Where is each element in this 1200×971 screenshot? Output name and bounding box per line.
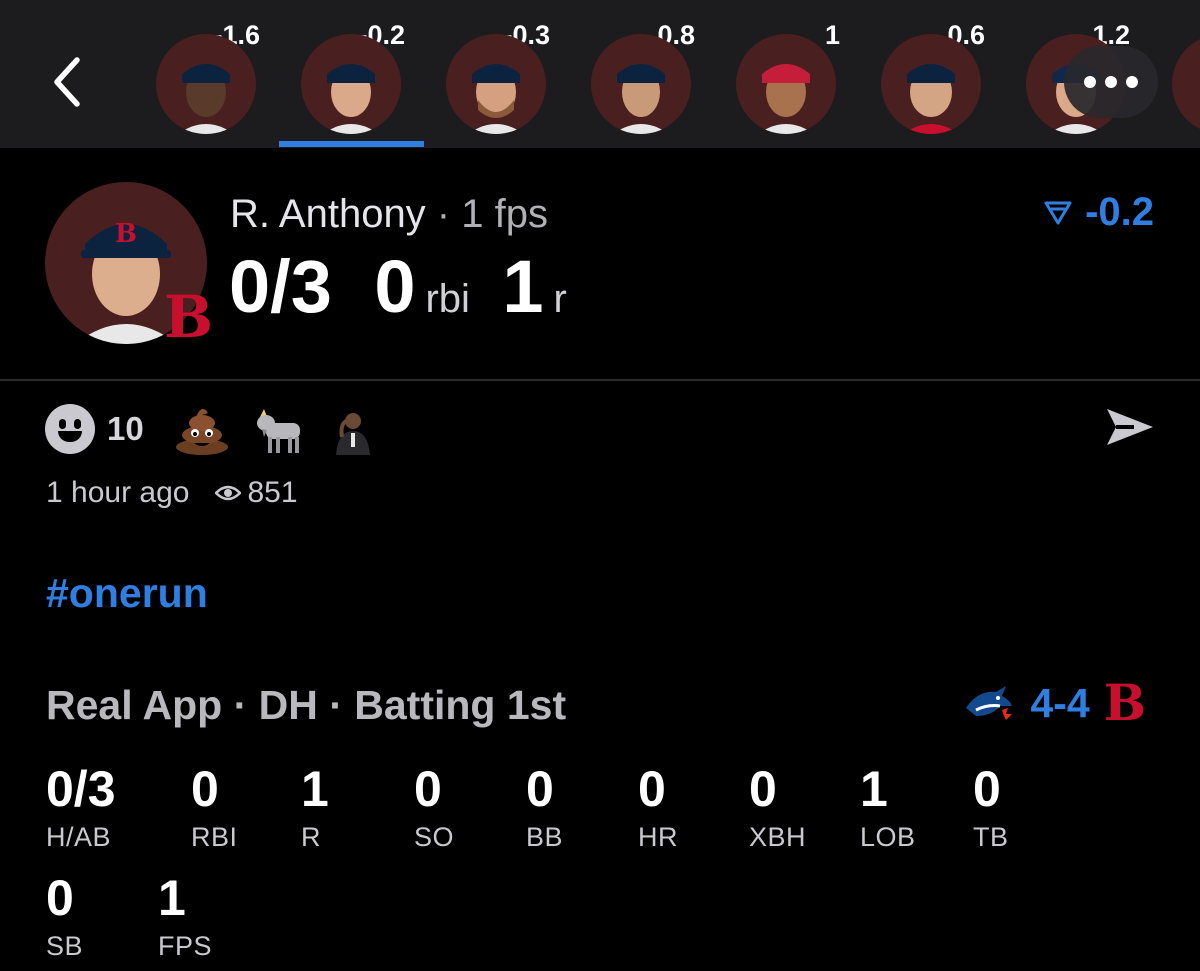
player-strip: -1.6 -0.2 -0.3 0.8 1 0.6 1.2 <box>0 0 1200 148</box>
reactions-bar: 10 <box>45 403 378 455</box>
stat-cell: 0 TB <box>973 764 1009 853</box>
stat-label: BB <box>526 822 564 852</box>
stat-label: SB <box>46 931 84 961</box>
eye-icon <box>215 485 242 501</box>
player-avatar[interactable] <box>1172 34 1200 134</box>
stat-cell: 0 SB <box>46 873 83 962</box>
reaction-count: 10 <box>107 410 144 447</box>
stat-cell: 1 R <box>301 764 329 853</box>
trend-down-icon <box>1044 201 1072 224</box>
hashtag-link[interactable]: #onerun <box>46 570 208 617</box>
fps-label: 1 fps <box>461 192 548 236</box>
player-header: B B R. Anthony · 1 fps 0/3 0 rbi 1r -0.2 <box>0 148 1200 381</box>
stat-value: 1 <box>301 761 329 817</box>
post-time: 1 hour ago <box>46 476 190 509</box>
game-score-value: 4-4 <box>1030 679 1090 726</box>
person-emoji-icon[interactable] <box>328 403 378 455</box>
back-button[interactable] <box>38 52 94 112</box>
stat-label: SO <box>414 822 455 852</box>
poop-emoji-icon[interactable] <box>174 403 230 455</box>
stat-cell: 0 RBI <box>191 764 238 853</box>
rbi-value: 0 <box>374 245 416 328</box>
stat-label: TB <box>973 822 1009 852</box>
rbi-unit: rbi <box>425 277 470 321</box>
chevron-left-icon <box>54 57 80 107</box>
stat-cell: 0 BB <box>526 764 563 853</box>
stat-value: 0/3 <box>46 761 116 817</box>
player-avatar <box>446 34 546 134</box>
player-chip[interactable]: 1 <box>736 20 846 134</box>
team-logo-icon: B <box>164 283 214 351</box>
player-chip[interactable]: -0.2 <box>301 20 411 134</box>
stat-cell: 0 SO <box>414 764 454 853</box>
player-avatar <box>881 34 981 134</box>
runs-unit: r <box>553 277 567 321</box>
stat-label: FPS <box>158 931 213 961</box>
stat-cell: 1 FPS <box>158 873 212 962</box>
stat-label: LOB <box>860 822 916 852</box>
game-score[interactable]: 4-4 B <box>962 678 1146 728</box>
stat-value: 0 <box>46 870 74 926</box>
runs-value: 1 <box>502 245 544 328</box>
stat-label: XBH <box>749 822 807 852</box>
headline-stats: 0/3 0 rbi 1r <box>229 244 595 329</box>
player-avatar <box>736 34 836 134</box>
svg-text:B: B <box>115 219 137 249</box>
goat-emoji-icon[interactable] <box>252 403 306 455</box>
player-avatar <box>301 34 401 134</box>
stat-label: H/AB <box>46 822 112 852</box>
stat-cell: 0 HR <box>638 764 678 853</box>
share-send-icon[interactable] <box>1104 406 1156 448</box>
stat-label: HR <box>638 822 678 852</box>
more-options-button[interactable] <box>1064 46 1158 118</box>
player-chip[interactable]: 0.6 <box>881 20 991 134</box>
player-avatar <box>591 34 691 134</box>
hits-at-bats: 0/3 <box>229 245 332 328</box>
stat-cell: 1 LOB <box>860 764 916 853</box>
player-chip[interactable]: -1.6 <box>156 20 266 134</box>
player-chip[interactable]: -0.3 <box>446 20 556 134</box>
stat-value: 0 <box>749 761 777 817</box>
player-name: R. Anthony <box>230 192 426 236</box>
blue-jays-logo-icon <box>966 686 1013 720</box>
player-chip-delta: 1 <box>824 20 840 50</box>
stat-label: RBI <box>191 822 238 852</box>
red-sox-logo-icon: B <box>1103 673 1146 732</box>
view-count: 851 <box>247 476 298 509</box>
more-dot-icon <box>1105 76 1117 88</box>
player-chip[interactable]: 0.8 <box>591 20 701 134</box>
name-separator: · <box>425 192 462 236</box>
stat-value: 1 <box>158 870 186 926</box>
stat-value: 0 <box>973 761 1001 817</box>
score-delta: -0.2 <box>1043 190 1154 235</box>
smiley-icon[interactable] <box>45 404 95 454</box>
stat-label: R <box>301 822 321 852</box>
more-dot-icon <box>1084 76 1096 88</box>
post-meta: 1 hour ago 851 <box>46 476 298 510</box>
stat-value: 0 <box>414 761 442 817</box>
stat-cell: 0/3 H/AB <box>46 764 116 853</box>
stat-value: 0 <box>638 761 666 817</box>
stat-value: 0 <box>191 761 219 817</box>
stat-value: 0 <box>526 761 554 817</box>
player-avatar <box>156 34 256 134</box>
more-dot-icon <box>1126 76 1138 88</box>
stat-cell: 0 XBH <box>749 764 806 853</box>
stat-value: 1 <box>860 761 888 817</box>
player-name-line: R. Anthony · 1 fps <box>230 192 548 237</box>
score-delta-value: -0.2 <box>1085 190 1154 234</box>
active-player-indicator <box>279 141 424 147</box>
game-line: Real App · DH · Batting 1st <box>46 682 567 728</box>
